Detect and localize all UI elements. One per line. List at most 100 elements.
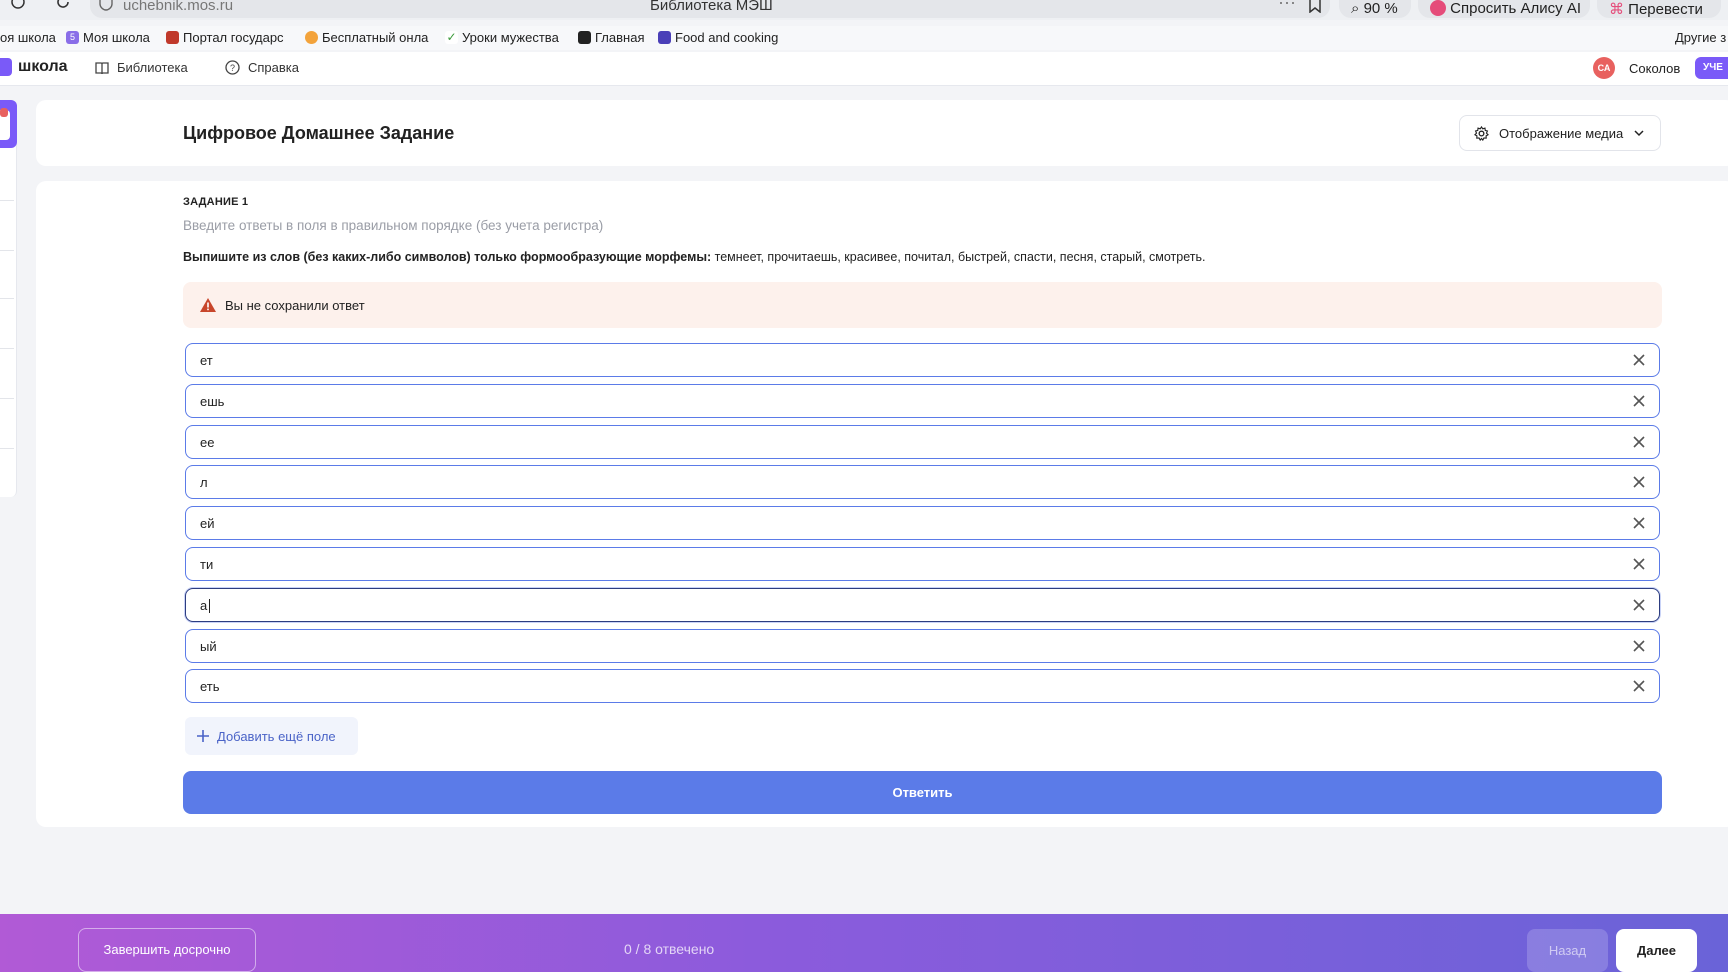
answer-field[interactable]: а (185, 588, 1660, 622)
divider (0, 448, 14, 449)
user-name[interactable]: Соколов (1629, 61, 1680, 76)
bookmark-main[interactable]: Главная (578, 30, 644, 45)
task-instruction-bold: Выпишите из слов (без каких-либо символо… (183, 250, 712, 264)
answer-field[interactable]: л (185, 465, 1660, 499)
warning-icon (200, 298, 216, 312)
yandex-icon[interactable] (10, 0, 26, 16)
zoom-value: 90 % (1363, 0, 1398, 17)
answer-field[interactable]: ешь (185, 384, 1660, 418)
book-icon (95, 61, 109, 74)
svg-text:?: ? (230, 63, 235, 73)
bookmark-food[interactable]: Food and cooking (658, 30, 778, 45)
bookmarks-bar: оя школа 5 Моя школа Портал государс Бесп… (0, 26, 1728, 50)
food-icon (658, 31, 671, 44)
divider (0, 200, 14, 201)
clear-icon[interactable] (1631, 638, 1647, 654)
clear-icon[interactable] (1631, 434, 1647, 450)
chevron-down-icon (1634, 130, 1644, 137)
page-title: Цифровое Домашнее Задание (183, 123, 455, 143)
tab-title: Библиотека МЭШ (650, 0, 773, 14)
role-badge[interactable]: УЧЕ (1695, 57, 1728, 79)
alice-label: Спросить Алису AI (1450, 0, 1582, 17)
help-icon: ? (225, 60, 240, 75)
answer-field-value[interactable]: еть (200, 679, 220, 694)
more-icon[interactable]: ··· (1278, 0, 1296, 13)
clear-icon[interactable] (1631, 556, 1647, 572)
next-button[interactable]: Далее (1616, 929, 1697, 972)
media-button-label: Отображение медиа (1499, 125, 1624, 141)
answer-field[interactable]: ее (185, 425, 1660, 459)
translate-label: Перевести (1628, 1, 1703, 18)
nav-library-label: Библиотека (117, 60, 188, 75)
clear-icon[interactable] (1631, 352, 1647, 368)
nav-help-label: Справка (248, 60, 299, 75)
divider (0, 298, 14, 299)
divider (0, 398, 14, 399)
bookmark-my-school-2[interactable]: 5 Моя школа (66, 30, 150, 45)
back-button[interactable]: Назад (1527, 929, 1608, 972)
clear-icon[interactable] (1631, 474, 1647, 490)
bookmark-my-school-1[interactable]: оя школа (0, 30, 56, 45)
check-icon: ✓ (445, 30, 458, 44)
plus-icon (197, 730, 209, 742)
url-text[interactable]: uchebnik.mos.ru (123, 0, 233, 14)
browser-toolbar: uchebnik.mos.ru Библиотека МЭШ ··· ⌕ 90 … (0, 0, 1728, 20)
task-number: ЗАДАНИЕ 1 (183, 196, 249, 208)
warning-text: Вы не сохранили ответ (225, 297, 365, 313)
progress-counter: 0 / 8 отвечено (624, 941, 715, 957)
nav-help[interactable]: ? Справка (225, 60, 299, 75)
clear-icon[interactable] (1631, 515, 1647, 531)
answer-field[interactable]: ти (185, 547, 1660, 581)
answer-field[interactable]: ей (185, 506, 1660, 540)
add-field-button[interactable]: Добавить ещё поле (185, 717, 358, 755)
answer-field-value[interactable]: ый (200, 639, 217, 654)
left-sidebar (0, 100, 17, 497)
answer-field[interactable]: ый (185, 629, 1660, 663)
shield-icon[interactable] (99, 0, 113, 16)
submit-answer-button[interactable]: Ответить (183, 771, 1662, 814)
clear-icon[interactable] (1631, 393, 1647, 409)
answer-field[interactable]: ет (185, 343, 1660, 377)
sidebar-active-item[interactable] (0, 100, 17, 148)
finish-early-button[interactable]: Завершить досрочно (78, 928, 256, 972)
bookmark-lessons[interactable]: ✓ Уроки мужества (445, 30, 559, 45)
answer-field-value[interactable]: л (200, 475, 208, 490)
page-icon (578, 31, 591, 44)
answer-field-value[interactable]: а (200, 598, 207, 613)
answer-field-value[interactable]: ее (200, 435, 214, 450)
school-icon: 5 (66, 31, 79, 44)
translate-button[interactable]: ⌘ Перевести (1597, 0, 1721, 18)
logo-mark-icon (0, 58, 12, 76)
answer-field-value[interactable]: ет (200, 353, 213, 368)
media-display-button[interactable]: Отображение медиа (1459, 115, 1661, 151)
bookmark-free-online[interactable]: Бесплатный онла (305, 30, 428, 45)
bookmark-icon[interactable] (1308, 0, 1322, 18)
app-header: школа Библиотека ? Справка СА Соколов УЧ… (0, 52, 1728, 86)
logo[interactable]: школа (0, 58, 68, 76)
logo-text: школа (18, 58, 68, 75)
notification-badge (0, 108, 8, 117)
divider (0, 250, 14, 251)
answer-field[interactable]: еть (185, 669, 1660, 703)
text-caret (209, 599, 210, 613)
task-words: темнеет, прочитаешь, красивее, почитал, … (711, 250, 1206, 264)
avatar[interactable]: СА (1593, 57, 1615, 79)
task-instruction: Выпишите из слов (без каких-либо символо… (183, 250, 1206, 264)
unsaved-warning: Вы не сохранили ответ (183, 282, 1662, 328)
answer-field-value[interactable]: ей (200, 516, 215, 531)
clear-icon[interactable] (1631, 597, 1647, 613)
footer-bar: Завершить досрочно 0 / 8 отвечено Назад … (0, 914, 1728, 972)
bookmark-others[interactable]: Другие з (1675, 30, 1726, 45)
dots-icon (305, 31, 318, 44)
zoom-icon: ⌕ (1351, 0, 1360, 17)
reload-icon[interactable] (55, 0, 71, 16)
alice-button[interactable]: Спросить Алису AI (1418, 0, 1590, 18)
clear-icon[interactable] (1631, 678, 1647, 694)
nav-library[interactable]: Библиотека (95, 60, 188, 75)
bookmark-gov-portal[interactable]: Портал государс (166, 30, 284, 45)
alice-icon (1430, 0, 1446, 16)
answer-field-value[interactable]: ешь (200, 394, 224, 409)
answer-field-value[interactable]: ти (200, 557, 213, 572)
task-hint: Введите ответы в поля в правильном поряд… (183, 218, 604, 233)
zoom-indicator[interactable]: ⌕ 90 % (1339, 0, 1411, 18)
